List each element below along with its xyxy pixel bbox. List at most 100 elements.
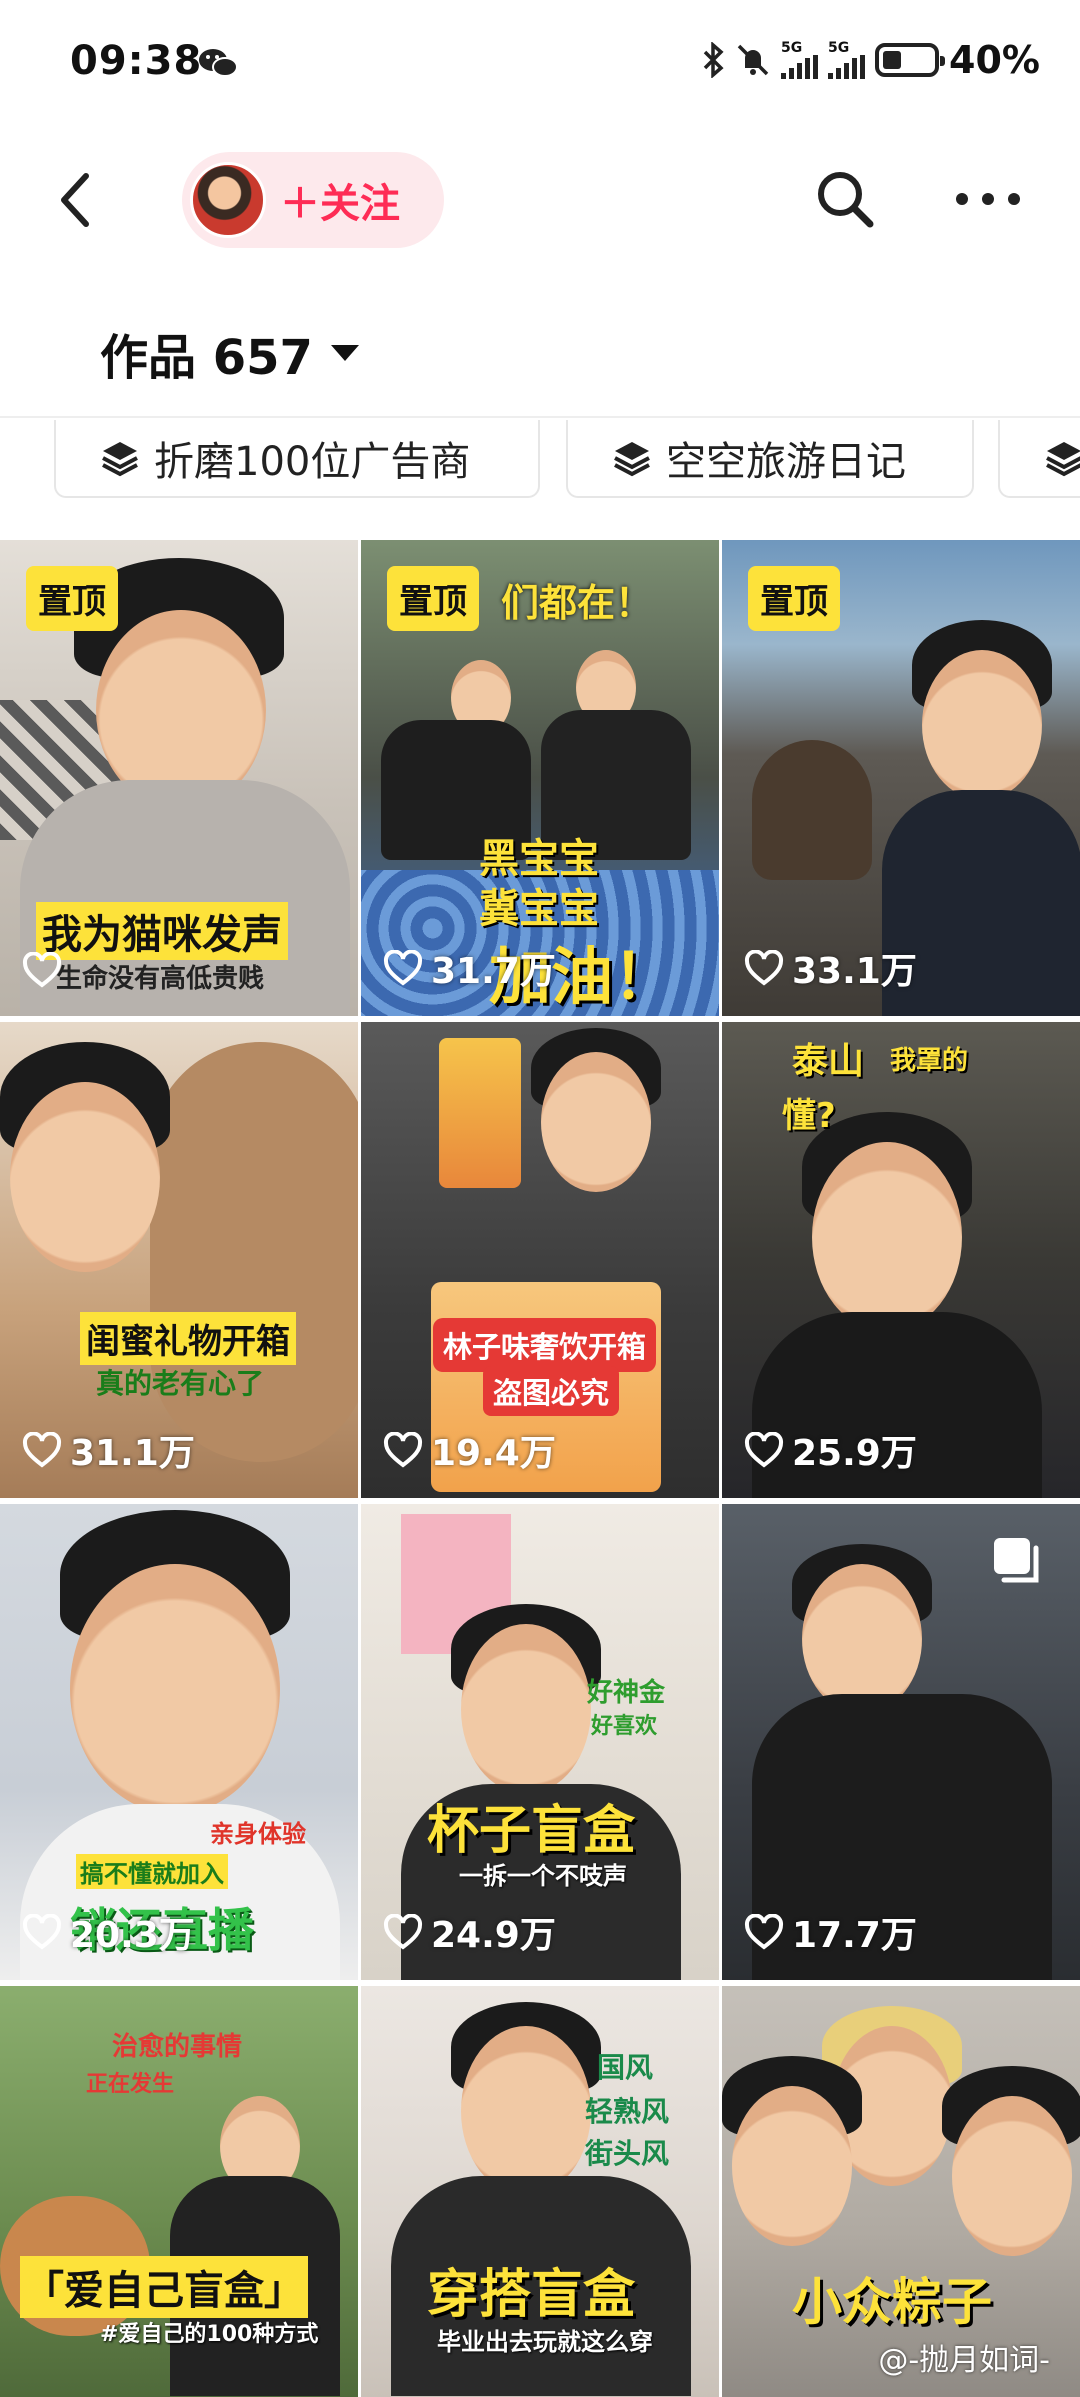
status-icons: 5G 5G 40% [701, 38, 1040, 82]
face [541, 1052, 651, 1192]
like-count-text: 17.7万 [792, 1915, 917, 1956]
collection-icon [614, 442, 650, 477]
clock: 09:38 [70, 38, 203, 84]
video-card-5[interactable]: 泰山 我罩的 懂? 25.9万 [722, 1022, 1080, 1498]
video-card-3[interactable]: 闺蜜礼物开箱 真的老有心了 31.1万 [0, 1022, 358, 1498]
collection-chip-0[interactable]: 折磨100位广告商 [54, 420, 540, 498]
video-card-9[interactable]: 治愈的事情 正在发生 「爱自己盲盒」 #爱自己的100种方式 [0, 1986, 358, 2397]
cell-signal-2: 5G [828, 41, 866, 79]
pinned-badge: 置顶 [387, 566, 479, 631]
drink-cup [439, 1038, 521, 1188]
video-caption-3: 懂? [782, 1096, 836, 1136]
video-card-8[interactable]: 17.7万 [722, 1504, 1080, 1980]
like-count-text: 31.1万 [70, 1433, 195, 1474]
video-caption: 闺蜜礼物开箱 [80, 1312, 296, 1365]
like-count: 20.3万 [22, 1906, 195, 1958]
like-count: 25.9万 [744, 1424, 917, 1476]
video-subcaption: 一拆一个不吱声 [459, 1862, 627, 1890]
collection-icon [102, 442, 138, 477]
heart-icon [383, 1432, 423, 1468]
face [70, 1564, 280, 1814]
video-subcaption-2: 国风 [597, 2051, 654, 2084]
video-card-1[interactable]: 置顶 们都在！ 黑宝宝 冀宝宝 加油！ 31.7万 [361, 540, 719, 1016]
like-count-text: 24.9万 [431, 1915, 556, 1956]
face [922, 650, 1042, 800]
video-subcaption-2: 治愈的事情 [112, 2032, 243, 2062]
face [732, 2086, 852, 2246]
like-count-text: 33.1万 [792, 951, 917, 992]
heart-icon [744, 1432, 784, 1468]
pinned-badge: 置顶 [748, 566, 840, 631]
works-count: 作品 657 [100, 330, 313, 386]
collection-chip-2[interactable] [998, 420, 1080, 498]
video-caption: 杯子盲盒 [427, 1801, 636, 1861]
multi-image-icon [994, 1538, 1039, 1583]
mute-icon [737, 44, 769, 76]
status-bar: 09:38 5G 5G 40% [0, 0, 1080, 130]
collection-chip-1[interactable]: 空空旅游日记 [566, 420, 974, 498]
like-count-text: 19.4万 [431, 1433, 556, 1474]
video-subcaption-3: 正在发生 [86, 2072, 175, 2097]
heart-icon [744, 950, 784, 986]
video-subcaption: 真的老有心了 [96, 1367, 265, 1400]
video-subcaption-2: 亲身体验 [210, 1820, 306, 1848]
video-card-6[interactable]: 亲身体验 搞不懂就加入 销还直播 20.3万 [0, 1504, 358, 1980]
avatar[interactable] [190, 162, 266, 238]
face [10, 1082, 160, 1272]
video-caption: 林子味奢饮开箱 [433, 1318, 657, 1372]
like-count: 24.9万 [383, 1906, 556, 1958]
face [461, 1624, 591, 1794]
battery-icon [875, 43, 946, 77]
video-subcaption-4: 街头风 [585, 2137, 670, 2170]
works-dropdown[interactable]: 作品 657 [100, 318, 359, 388]
face [952, 2096, 1072, 2256]
face [812, 1142, 962, 1332]
video-subcaption: 盗图必究 [483, 1366, 620, 1416]
bluetooth-icon [703, 42, 724, 78]
caret-down-icon [330, 345, 359, 361]
video-caption: 小众粽子 [792, 2273, 992, 2331]
like-count: 19.4万 [383, 1424, 556, 1476]
heart-icon [383, 1914, 423, 1950]
video-caption: 「爱自己盲盒」 [20, 2256, 308, 2318]
video-card-0[interactable]: 置顶 我为猫咪发声 生命没有高低贵贱 [0, 540, 358, 1016]
video-card-2[interactable]: 置顶 33.1万 [722, 540, 1080, 1016]
face [461, 2026, 591, 2196]
collection-label: 折磨100位广告商 [154, 439, 471, 485]
video-subcaption: 搞不懂就加入 [76, 1854, 228, 1889]
more-icon[interactable] [948, 164, 1028, 234]
follow-label: ＋关注 [280, 181, 400, 227]
like-count: 31.1万 [22, 1424, 195, 1476]
heart-icon [22, 1914, 62, 1950]
video-top-caption: 们都在！ [501, 581, 654, 625]
watermark: @-抛月如词- [878, 2343, 1050, 2378]
like-count: 31.7万 [383, 942, 556, 994]
video-card-10[interactable]: 国风 轻熟风 街头风 穿搭盲盒 毕业出去玩就这么穿 [361, 1986, 719, 2397]
video-caption: 穿搭盲盒 [427, 2265, 636, 2325]
cell-signal-1: 5G [781, 41, 819, 79]
video-caption: 我为猫咪发声 [36, 902, 288, 960]
video-subcaption-3: 轻熟风 [585, 2095, 670, 2128]
like-count-text: 31.7万 [431, 951, 556, 992]
battery-percent: 40% [949, 38, 1040, 82]
video-subcaption: #爱自己的100种方式 [100, 2322, 319, 2347]
back-icon[interactable] [50, 160, 110, 240]
collections-row: 折磨100位广告商 空空旅游日记 [0, 416, 1080, 516]
video-subcaption-2: 好神金 [587, 1678, 666, 1708]
heart-icon [744, 1914, 784, 1950]
like-count: 33.1万 [744, 942, 917, 994]
video-caption: 泰山 [792, 1041, 865, 1082]
video-caption-2: 我罩的 [890, 1046, 969, 1076]
follow-button[interactable]: ＋关注 [182, 152, 444, 248]
video-subcaption: 生命没有高低贵贱 [56, 964, 265, 994]
video-card-11[interactable]: 小众粽子 @-抛月如词- [722, 1986, 1080, 2397]
sea-lion [752, 740, 872, 880]
video-card-7[interactable]: 好神金 好喜欢 杯子盲盒 一拆一个不吱声 24.9万 [361, 1504, 719, 1980]
heart-icon [22, 952, 62, 988]
video-card-4[interactable]: 林子味奢饮开箱 盗图必究 19.4万 [361, 1022, 719, 1498]
face [802, 1564, 922, 1714]
like-count-text: 25.9万 [792, 1433, 917, 1474]
video-subcaption: 毕业出去玩就这么穿 [437, 2328, 653, 2356]
search-icon[interactable] [810, 164, 880, 234]
collection-label: 空空旅游日记 [666, 439, 906, 485]
